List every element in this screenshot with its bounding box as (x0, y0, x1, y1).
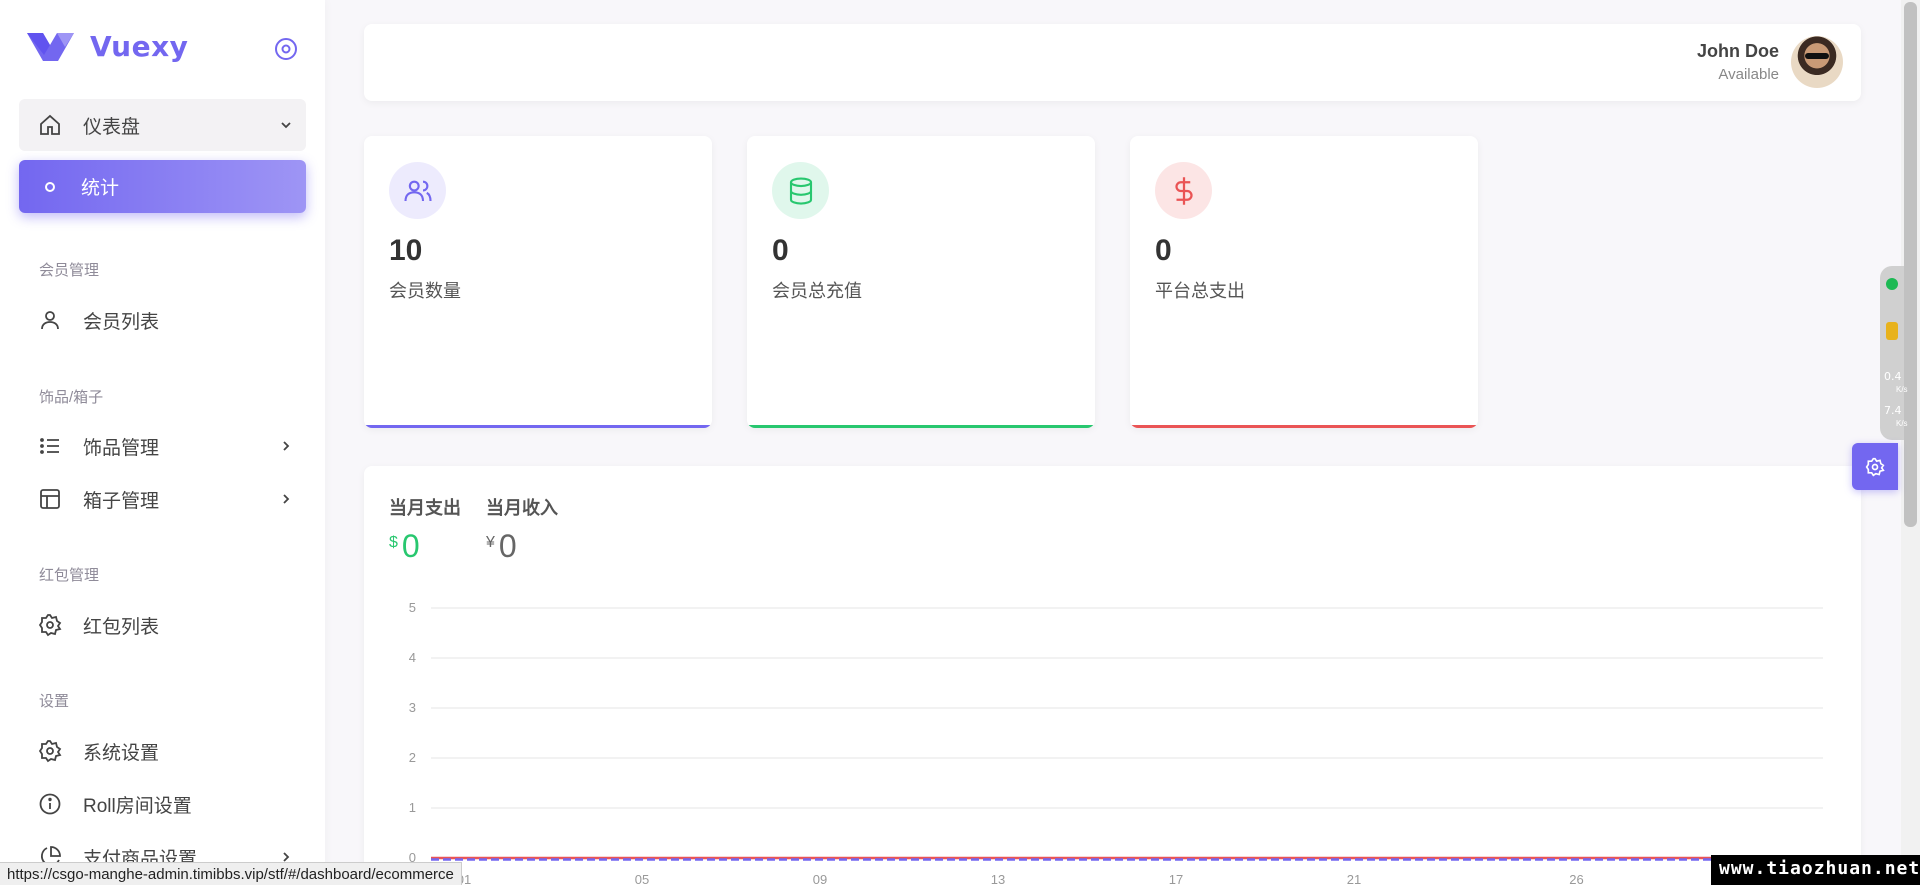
sidebar-item-redpacket-list[interactable]: 红包列表 (19, 601, 306, 649)
y-tick-label: 2 (409, 750, 416, 765)
scrollbar-thumb[interactable] (1904, 2, 1917, 527)
sidebar-item-label: Roll房间设置 (83, 795, 192, 817)
stat-value: 0 (1155, 234, 1172, 267)
net-speed-widget[interactable]: 0.4 K/s 7.4 K/s (1880, 266, 1908, 440)
layout-icon (37, 486, 63, 512)
chevron-down-icon (281, 122, 291, 129)
status-url: https://csgo-manghe-admin.timibbs.vip/st… (0, 862, 462, 885)
section-title-members: 会员管理 (39, 262, 100, 279)
users-icon (389, 162, 446, 219)
brand-name: Vuexy (90, 30, 189, 63)
x-tick-label: 05 (635, 872, 649, 885)
y-tick-label: 1 (409, 800, 416, 815)
upload-unit: K/s (1896, 385, 1908, 394)
info-icon (37, 791, 63, 817)
x-tick-label: 21 (1347, 872, 1361, 885)
memory-bar-icon (1886, 322, 1898, 340)
sidebar-item-label: 会员列表 (83, 311, 160, 333)
status-dot-icon (1886, 278, 1898, 290)
stat-card-members: 10 会员数量 (364, 136, 712, 428)
section-title-redpacket: 红包管理 (39, 567, 100, 584)
x-tick-label: 13 (991, 872, 1005, 885)
sidebar-toggle-icon[interactable] (274, 37, 298, 61)
line-chart: 0123450105091317212631 (409, 600, 1823, 885)
sidebar-item-statistics[interactable]: 统计 (19, 160, 306, 213)
sidebar-item-box-manage[interactable]: 箱子管理 (19, 475, 306, 523)
stat-label: 平台总支出 (1155, 281, 1245, 301)
gear-icon (1865, 457, 1885, 476)
user-name[interactable]: John Doe (1697, 41, 1779, 62)
sidebar-item-dashboard[interactable]: 仪表盘 (19, 99, 306, 151)
avatar[interactable] (1791, 36, 1843, 88)
section-title-settings: 设置 (39, 693, 70, 710)
stat-card-recharge: 0 会员总充值 (747, 136, 1095, 428)
database-icon (772, 162, 829, 219)
sidebar-item-label: 仪表盘 (83, 116, 141, 138)
dollar-icon (1155, 162, 1212, 219)
sidebar-item-roll-settings[interactable]: Roll房间设置 (19, 780, 306, 828)
sidebar-item-label: 箱子管理 (83, 490, 160, 512)
circle-icon (45, 181, 55, 192)
section-title-items: 饰品/箱子 (39, 389, 104, 406)
y-tick-label: 4 (409, 650, 416, 665)
gear-icon (37, 612, 63, 638)
stat-label: 会员总充值 (772, 281, 862, 301)
chevron-right-icon (283, 494, 290, 504)
gear-icon (37, 738, 63, 764)
stat-card-expense: 0 平台总支出 (1130, 136, 1478, 428)
y-tick-label: 3 (409, 700, 416, 715)
card-bottom-border (1130, 425, 1478, 428)
x-tick-label: 17 (1169, 872, 1183, 885)
download-speed: 7.4 (1884, 404, 1902, 417)
watermark: www.tiaozhuan.net (1711, 855, 1920, 885)
sidebar-item-member-list[interactable]: 会员列表 (19, 296, 306, 344)
download-unit: K/s (1896, 419, 1908, 428)
sidebar-item-label: 红包列表 (83, 616, 160, 638)
customizer-button[interactable] (1852, 443, 1898, 490)
sidebar-item-system-settings[interactable]: 系统设置 (19, 727, 306, 775)
stat-value: 0 (772, 234, 789, 267)
y-tick-label: 5 (409, 600, 416, 615)
card-bottom-border (747, 425, 1095, 428)
upload-speed: 0.4 (1884, 370, 1902, 383)
sidebar-item-label: 统计 (81, 178, 120, 199)
stat-value: 10 (389, 234, 423, 267)
sidebar-item-item-manage[interactable]: 饰品管理 (19, 422, 306, 470)
x-tick-label: 09 (813, 872, 827, 885)
sidebar-item-label: 系统设置 (83, 742, 160, 764)
sidebar: Vuexy 仪表盘 统计 会员管理 会员列表 饰品/箱子 饰品管理 箱子管理 红… (0, 0, 325, 885)
top-navbar: John Doe Available (364, 24, 1861, 101)
sidebar-item-label: 饰品管理 (83, 437, 160, 459)
x-tick-label: 26 (1569, 872, 1583, 885)
stat-label: 会员数量 (389, 281, 461, 301)
page-scrollbar[interactable] (1901, 0, 1920, 885)
brand[interactable]: Vuexy (27, 30, 188, 63)
vuexy-logo-icon (27, 32, 74, 61)
list-icon (37, 433, 63, 459)
user-status: Available (1718, 66, 1779, 83)
revenue-chart-card: 当月支出 $0 当月收入 ¥0 0123450105091317212631 (364, 466, 1861, 885)
user-icon (37, 307, 63, 333)
chevron-right-icon (283, 441, 290, 451)
home-icon (37, 112, 63, 138)
card-bottom-border (364, 425, 712, 428)
